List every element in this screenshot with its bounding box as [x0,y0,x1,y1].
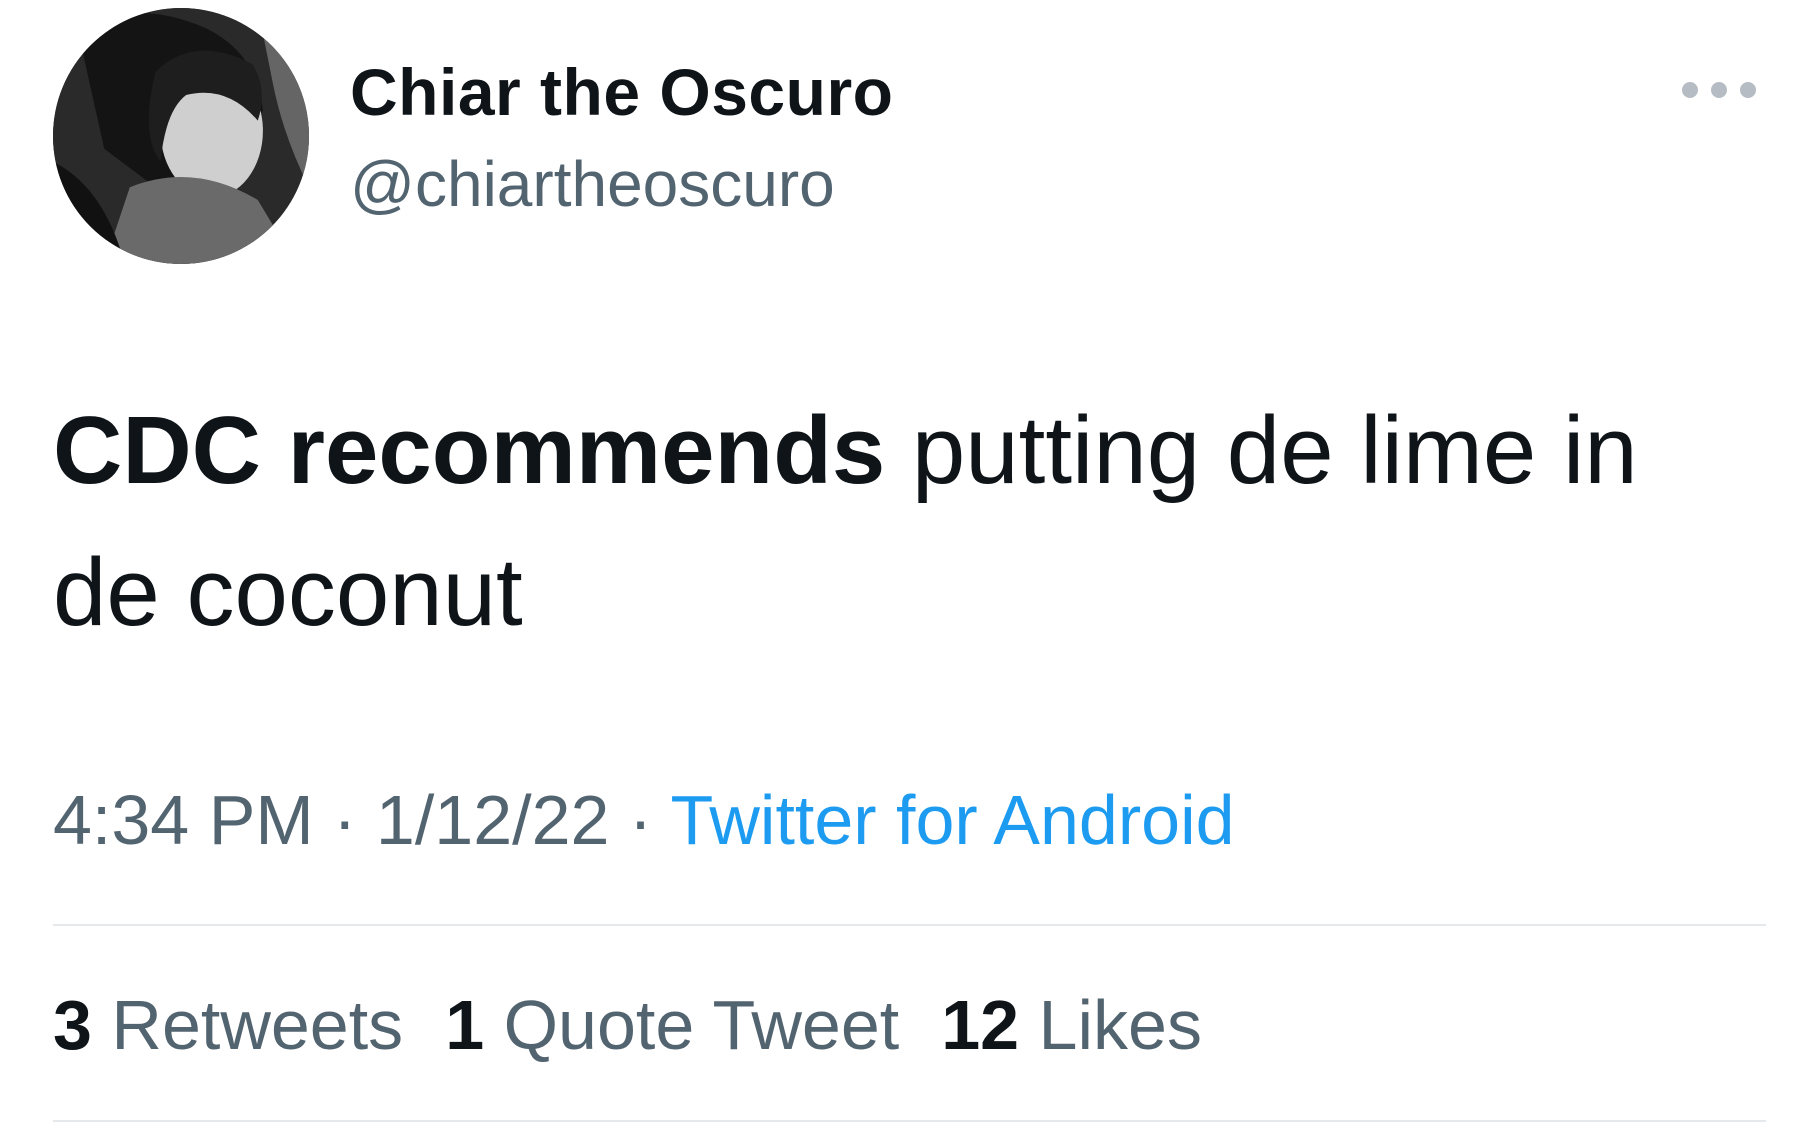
avatar-portrait [53,8,309,264]
tweet-text: CDC recommends putting de lime in de coc… [53,380,1753,664]
dot [1711,82,1727,98]
dot [1682,82,1698,98]
author-handle[interactable]: @chiartheoscuro [350,144,835,224]
quotes-stat[interactable]: 1 Quote Tweet [445,975,899,1075]
tweet-source-link[interactable]: Twitter for Android [670,781,1234,859]
tweet-detail: Chiar the Oscuro @chiartheoscuro CDC rec… [0,0,1811,1125]
divider [53,924,1766,926]
divider [53,1120,1766,1122]
retweets-label: Retweets [91,986,404,1064]
tweet-metadata: 4:34 PM · 1/12/22 · Twitter for Android [53,770,1235,870]
quotes-count: 1 [445,986,485,1064]
engagement-stats: 3 Retweets 1 Quote Tweet 12 Likes [53,975,1244,1075]
dot [1740,82,1756,98]
likes-count: 12 [941,986,1020,1064]
quotes-label: Quote Tweet [484,986,900,1064]
tweet-time[interactable]: 4:34 PM [53,781,314,859]
tweet-date[interactable]: 1/12/22 [376,781,610,859]
more-options-icon[interactable] [1682,70,1756,110]
tweet-text-bold: CDC recommends [53,397,886,504]
author-display-name[interactable]: Chiar the Oscuro [350,52,893,132]
retweets-count: 3 [53,986,92,1064]
meta-separator: · [313,781,376,859]
meta-separator: · [609,781,671,859]
likes-stat[interactable]: 12 Likes [941,975,1202,1075]
retweets-stat[interactable]: 3 Retweets [53,975,403,1075]
avatar[interactable] [53,8,309,264]
likes-label: Likes [1019,986,1202,1064]
